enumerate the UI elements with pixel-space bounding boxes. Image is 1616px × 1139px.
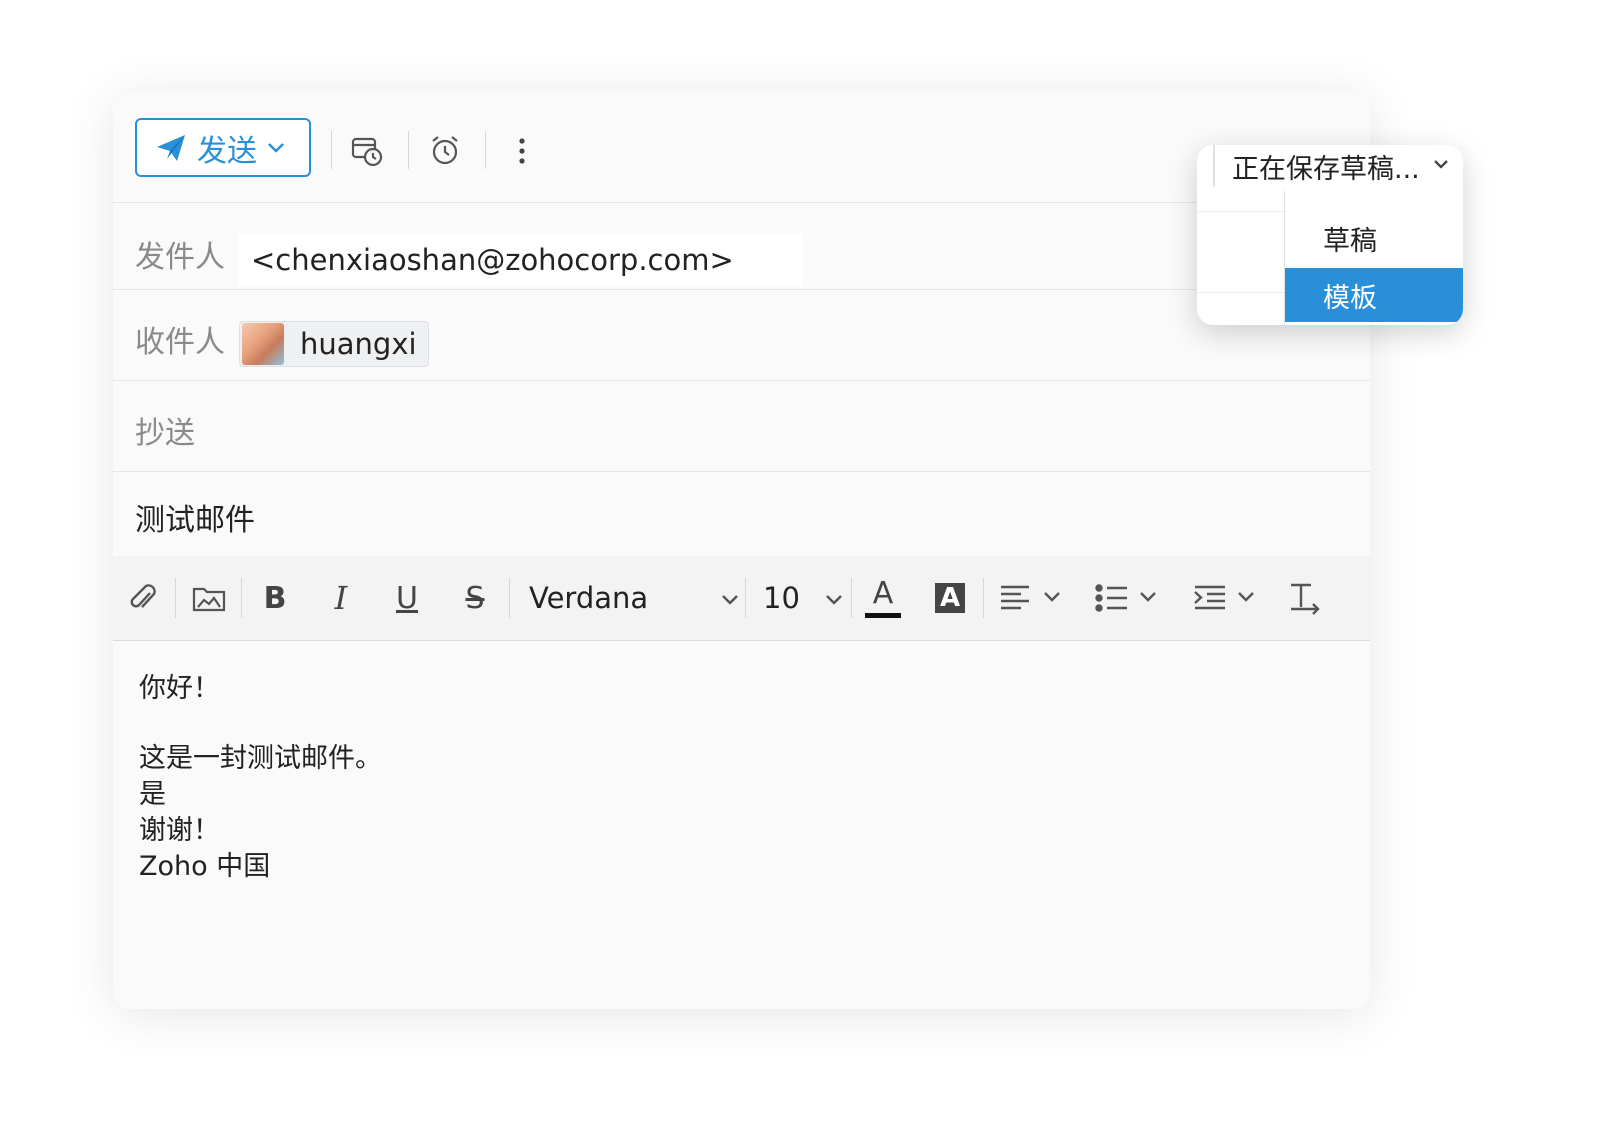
italic-icon[interactable]: I xyxy=(321,578,361,618)
send-button[interactable]: 发送 xyxy=(135,118,311,177)
divider xyxy=(113,380,1370,381)
divider xyxy=(1197,211,1284,212)
body-line: 是 xyxy=(139,779,166,810)
compose-toolbar: 发送 xyxy=(113,91,1370,209)
compose-window: 发送 发件人 <chenxiaoshan@zohocorp.com> 收件人 h… xyxy=(113,91,1370,1009)
divider xyxy=(113,471,1370,472)
cc-input[interactable] xyxy=(223,391,1323,461)
divider xyxy=(408,131,409,169)
body-line: 这是一封测试邮件。 xyxy=(139,743,382,774)
alarm-clock-icon[interactable] xyxy=(425,131,465,171)
divider xyxy=(851,578,852,618)
formatting-toolbar: B I U S Verdana 10 A A xyxy=(113,556,1370,641)
divider xyxy=(175,578,176,618)
body-line: 谢谢！ xyxy=(139,815,220,846)
bold-icon[interactable]: B xyxy=(255,578,295,618)
divider xyxy=(113,202,1370,203)
paper-plane-icon xyxy=(157,134,185,161)
divider xyxy=(1197,292,1284,293)
text-color-icon[interactable]: A xyxy=(863,578,903,618)
body-line: 你好！ xyxy=(139,673,220,704)
divider xyxy=(241,578,242,618)
font-family-select[interactable]: Verdana xyxy=(529,578,739,618)
menu-item-template[interactable]: 模板 xyxy=(1285,268,1463,322)
divider xyxy=(509,578,510,618)
divider xyxy=(113,640,1370,641)
bullet-list-icon[interactable] xyxy=(1095,578,1165,618)
divider xyxy=(113,289,1370,290)
body-line: Zoho 中国 xyxy=(139,851,271,882)
message-body[interactable]: 你好！ 这是一封测试邮件。 是 谢谢！ Zoho 中国 xyxy=(139,671,1239,991)
subject-field[interactable]: 测试邮件 xyxy=(135,495,255,539)
align-left-icon[interactable] xyxy=(999,578,1069,618)
from-label: 发件人 xyxy=(135,240,225,275)
highlight-color-icon[interactable]: A xyxy=(930,578,970,618)
chevron-down-icon xyxy=(826,595,842,605)
font-size-select[interactable]: 10 xyxy=(763,578,843,618)
from-field[interactable]: <chenxiaoshan@zohocorp.com> xyxy=(239,233,803,287)
divider xyxy=(331,131,332,169)
body-line xyxy=(139,707,1239,741)
indent-icon[interactable] xyxy=(1193,578,1263,618)
strikethrough-icon[interactable]: S xyxy=(455,578,495,618)
cc-label: 抄送 xyxy=(135,416,195,451)
save-status-label: 正在保存草稿... xyxy=(1232,154,1420,185)
menu-item-draft[interactable]: 草稿 xyxy=(1285,211,1463,265)
schedule-send-icon[interactable] xyxy=(347,131,387,171)
save-draft-dropdown: 正在保存草稿... 草稿 模板 xyxy=(1197,145,1463,325)
recipient-name: huangxi xyxy=(300,327,417,361)
insert-image-icon[interactable] xyxy=(189,578,229,618)
attachment-icon[interactable] xyxy=(123,578,163,618)
save-status[interactable]: 正在保存草稿... xyxy=(1197,145,1463,187)
clear-formatting-icon[interactable] xyxy=(1285,578,1325,618)
underline-icon[interactable]: U xyxy=(387,578,427,618)
chevron-down-icon[interactable] xyxy=(267,142,285,154)
more-options-icon[interactable] xyxy=(502,131,542,171)
divider xyxy=(1213,145,1215,187)
avatar xyxy=(242,323,284,365)
divider xyxy=(983,578,984,618)
recipient-chip[interactable]: huangxi xyxy=(239,321,429,367)
divider xyxy=(745,578,746,618)
send-label: 发送 xyxy=(197,133,257,169)
divider xyxy=(485,131,486,169)
chevron-down-icon xyxy=(722,595,738,605)
font-family-value: Verdana xyxy=(529,581,649,615)
font-size-value: 10 xyxy=(763,581,800,615)
to-label: 收件人 xyxy=(135,325,225,360)
chevron-down-icon[interactable] xyxy=(1433,159,1449,169)
